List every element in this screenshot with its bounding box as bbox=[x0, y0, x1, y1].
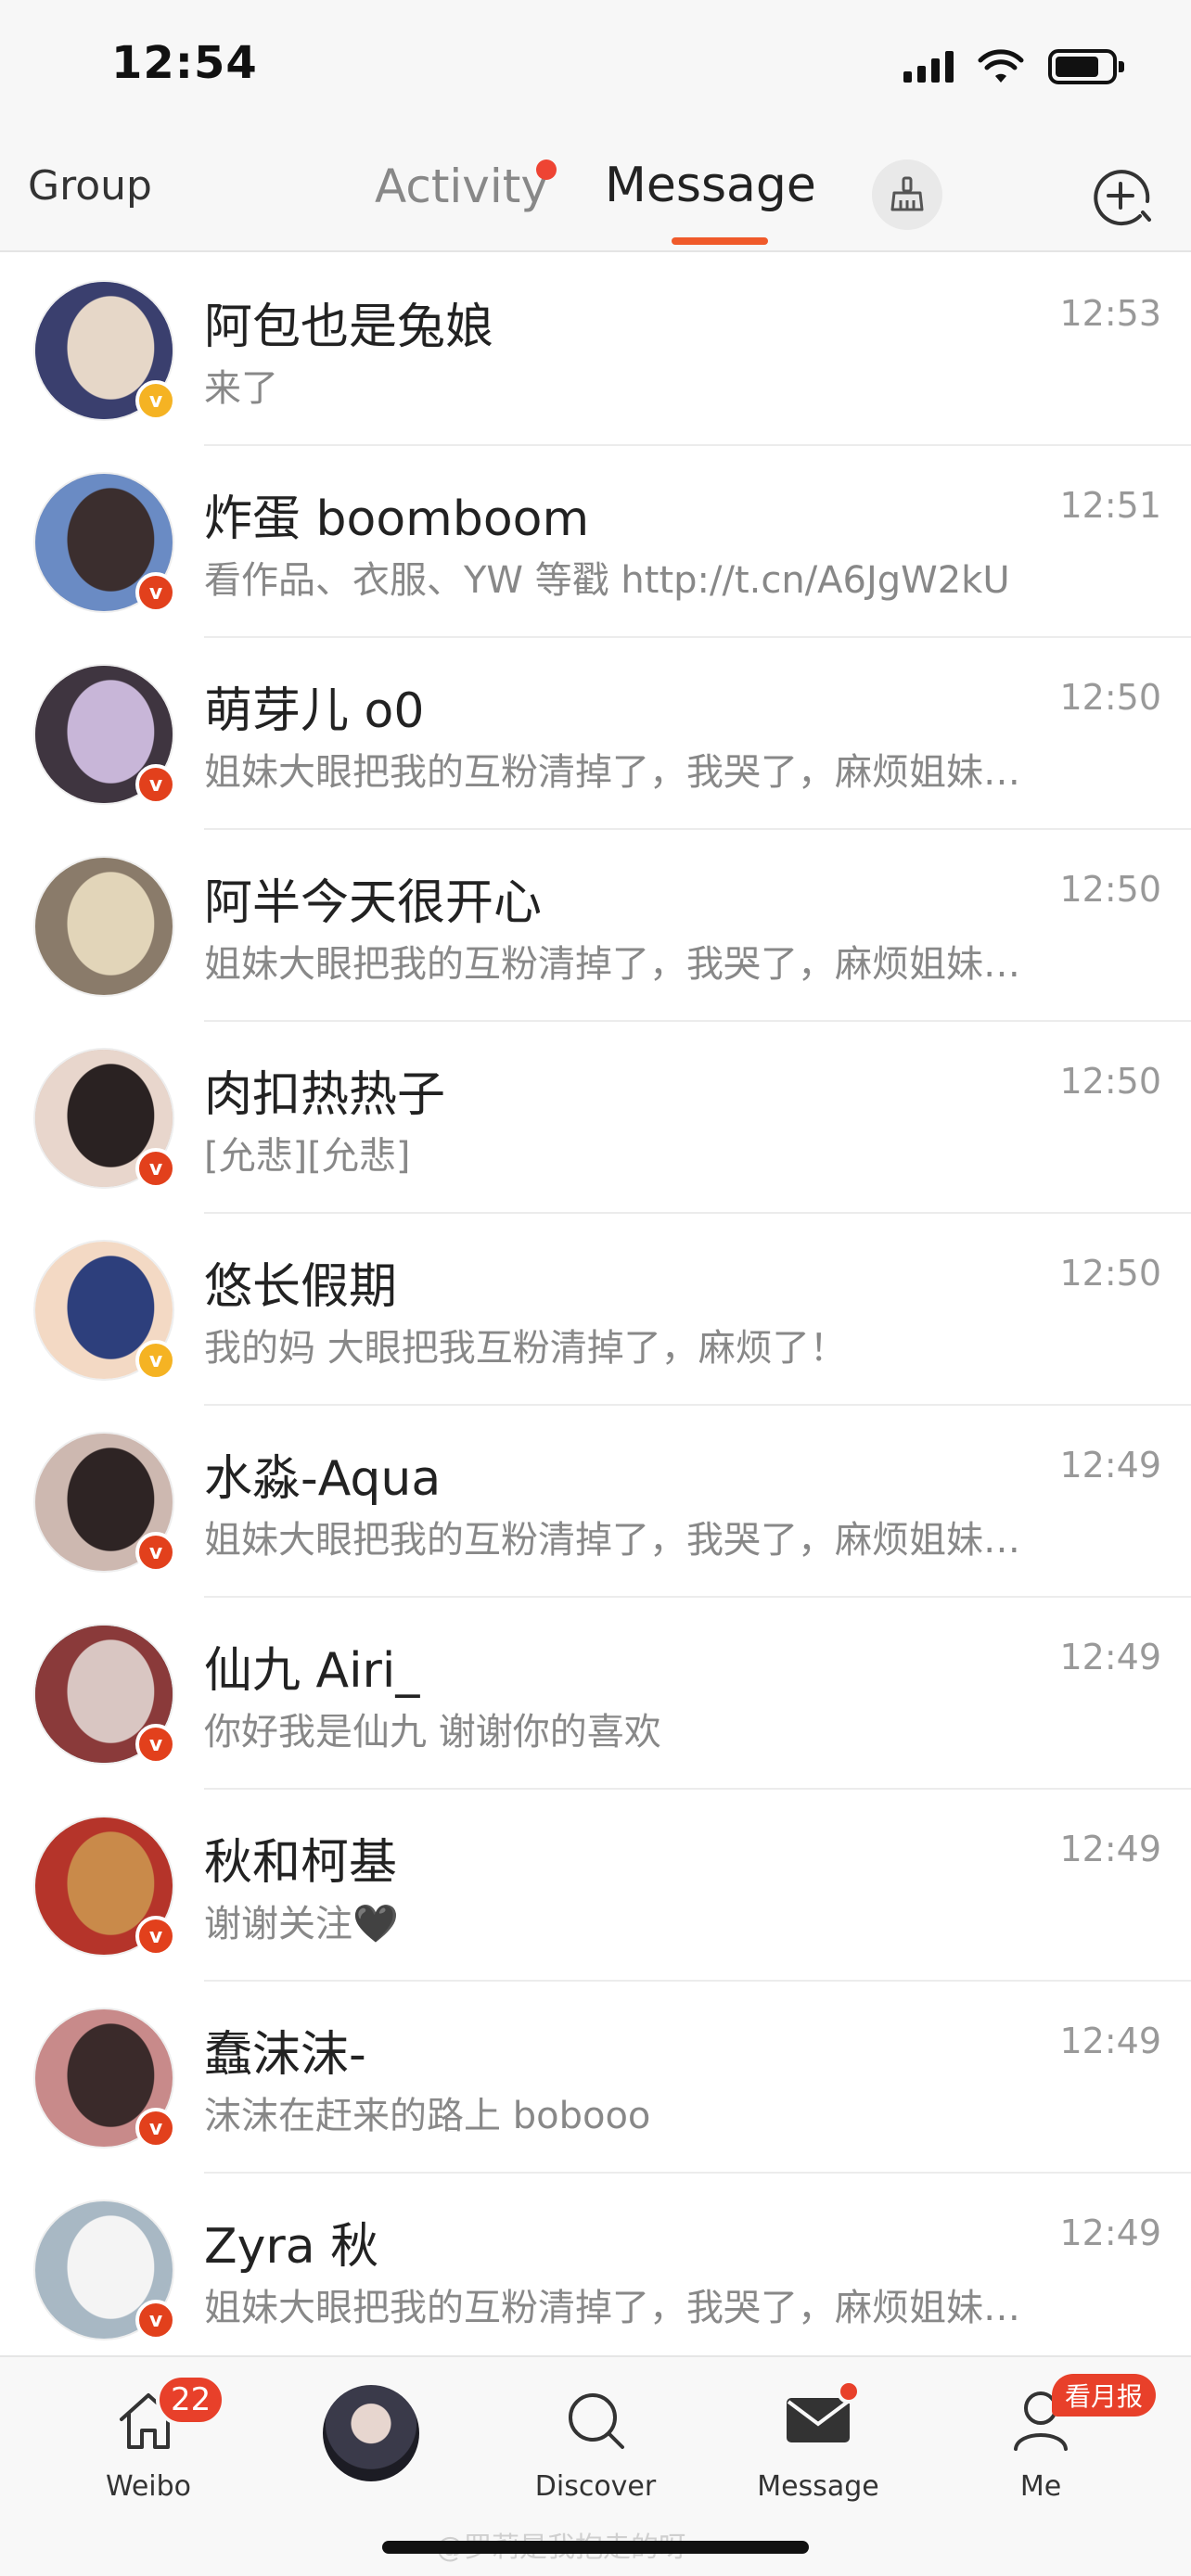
broom-icon bbox=[890, 176, 924, 211]
clear-unread-button[interactable] bbox=[872, 159, 942, 230]
tab-me-label: Me bbox=[1019, 2470, 1062, 2503]
conversation-row[interactable]: v 悠长假期我的妈 大眼把我互粉清掉了，麻烦了！ 12:50 bbox=[0, 1214, 1191, 1406]
conversation-name: 阿半今天很开心 bbox=[204, 875, 543, 931]
conversation-row[interactable]: v 水淼-Aqua 姐妹大眼把我的互粉清掉了，我哭了，麻烦姐妹… 12:49 bbox=[0, 1406, 1191, 1598]
verified-badge-icon: v bbox=[135, 2300, 176, 2340]
tab-weibo-label: Weibo bbox=[105, 2470, 192, 2503]
conversation-row[interactable]: v 肉扣热热子 [允悲][允悲] 12:50 bbox=[0, 1022, 1191, 1214]
tab-video[interactable] bbox=[278, 2376, 464, 2524]
compose-button[interactable] bbox=[1085, 159, 1159, 234]
conversation-name: 蠢沫沫- bbox=[204, 2027, 366, 2083]
verified-badge-icon: v bbox=[135, 380, 176, 421]
home-indicator bbox=[382, 2541, 809, 2554]
tab-discover-label: Discover bbox=[534, 2470, 657, 2503]
conversation-name: 阿包也是兔娘 bbox=[204, 300, 494, 355]
conversation-time: 12:49 bbox=[1059, 2213, 1161, 2253]
conversation-row[interactable]: v 炸蛋 boomboom 看作品、衣服、YW 等戳 http://t.cn/A6J… bbox=[0, 446, 1191, 638]
conversation-row[interactable]: v Zyra 秋姐妹大眼把我的互粉清掉了，我哭了，麻烦姐妹… 12:49 bbox=[0, 2174, 1191, 2366]
verified-badge-icon: v bbox=[135, 572, 176, 613]
conversation-name: 萌芽儿 o0 bbox=[204, 683, 425, 739]
monthly-report-badge[interactable]: 看月报 bbox=[1052, 2374, 1157, 2417]
conversation-row[interactable]: v 阿包也是兔娘来了 12:53 bbox=[0, 254, 1191, 446]
active-tab-indicator bbox=[672, 237, 768, 245]
tab-message-bottom[interactable]: Message bbox=[725, 2376, 911, 2524]
tab-message[interactable]: Message bbox=[605, 158, 816, 213]
verified-badge-icon: v bbox=[135, 1532, 176, 1573]
status-time: 12:54 bbox=[111, 37, 258, 89]
verified-badge-icon: v bbox=[135, 1724, 176, 1765]
conversation-name: Zyra 秋 bbox=[204, 2219, 379, 2275]
activity-notification-dot bbox=[536, 159, 557, 180]
conversation-name: 肉扣热热子 bbox=[204, 1067, 446, 1123]
plus-circle-icon bbox=[1094, 170, 1151, 226]
conversation-time: 12:50 bbox=[1059, 869, 1161, 910]
mail-icon bbox=[787, 2398, 850, 2442]
wifi-icon bbox=[978, 49, 1024, 83]
conversation-preview: 你好我是仙九 谢谢你的喜欢 bbox=[204, 1711, 661, 1753]
conversation-preview: 谢谢关注🖤 bbox=[204, 1903, 399, 1945]
weibo-unread-count-badge: 22 bbox=[156, 2374, 226, 2426]
conversation-time: 12:49 bbox=[1059, 2021, 1161, 2061]
verified-badge-icon: v bbox=[135, 1916, 176, 1957]
search-icon bbox=[569, 2393, 624, 2449]
verified-badge-icon: v bbox=[135, 2108, 176, 2149]
conversation-preview: 我的妈 大眼把我互粉清掉了，麻烦了！ bbox=[204, 1327, 847, 1370]
avatar[interactable] bbox=[33, 856, 174, 997]
battery-icon bbox=[1048, 49, 1124, 84]
verified-badge-icon: v bbox=[135, 1340, 176, 1381]
top-header: 12:54 Group Activity Message bbox=[0, 0, 1191, 252]
message-notification-dot bbox=[837, 2379, 861, 2404]
conversation-time: 12:49 bbox=[1059, 1829, 1161, 1869]
conversation-name: 仙九 Airi_ bbox=[204, 1643, 420, 1699]
conversation-preview: [允悲][允悲] bbox=[204, 1135, 411, 1178]
tab-group[interactable]: Group bbox=[28, 162, 152, 210]
conversation-time: 12:49 bbox=[1059, 1445, 1161, 1486]
conversation-time: 12:50 bbox=[1059, 677, 1161, 718]
status-icons bbox=[903, 46, 1124, 87]
verified-badge-icon: v bbox=[135, 764, 176, 805]
conversation-preview: 沫沫在赶来的路上 bobooo bbox=[204, 2095, 651, 2137]
conversation-preview: 姐妹大眼把我的互粉清掉了，我哭了，麻烦姐妹… bbox=[204, 943, 1020, 986]
conversation-name: 秋和柯基 bbox=[204, 1835, 398, 1891]
conversation-time: 12:51 bbox=[1059, 485, 1161, 526]
conversation-preview: 来了 bbox=[204, 367, 278, 410]
conversation-time: 12:53 bbox=[1059, 293, 1161, 334]
tab-discover[interactable]: Discover bbox=[503, 2376, 688, 2524]
video-avatar bbox=[323, 2385, 419, 2481]
conversation-name: 水淼-Aqua bbox=[204, 1451, 442, 1507]
conversation-row[interactable]: v 仙九 Airi_ 你好我是仙九 谢谢你的喜欢 12:49 bbox=[0, 1598, 1191, 1790]
conversation-preview: 看作品、衣服、YW 等戳 http://t.cn/A6JgW2kU bbox=[204, 559, 1010, 602]
tab-activity[interactable]: Activity bbox=[375, 159, 548, 213]
conversation-row[interactable]: v 蠢沫沫- 沫沫在赶来的路上 bobooo 12:49 bbox=[0, 1982, 1191, 2174]
conversation-time: 12:50 bbox=[1059, 1061, 1161, 1102]
conversation-time: 12:50 bbox=[1059, 1253, 1161, 1294]
conversation-name: 炸蛋 boomboom bbox=[204, 491, 590, 547]
conversation-preview: 姐妹大眼把我的互粉清掉了，我哭了，麻烦姐妹… bbox=[204, 1519, 1020, 1562]
conversation-row[interactable]: v 秋和柯基谢谢关注🖤 12:49 bbox=[0, 1790, 1191, 1982]
conversation-preview: 姐妹大眼把我的互粉清掉了，我哭了，麻烦姐妹… bbox=[204, 751, 1020, 794]
conversation-preview: 姐妹大眼把我的互粉清掉了，我哭了，麻烦姐妹… bbox=[204, 2287, 1020, 2329]
verified-badge-icon: v bbox=[135, 1148, 176, 1189]
cellular-signal-icon bbox=[903, 51, 954, 83]
tab-message-label: Message bbox=[757, 2470, 879, 2503]
conversation-list: v 阿包也是兔娘来了 12:53 v 炸蛋 boomboom 看作品、衣服、YW 等戳 h… bbox=[0, 254, 1191, 2366]
conversation-name: 悠长假期 bbox=[204, 1259, 398, 1315]
conversation-time: 12:49 bbox=[1059, 1637, 1161, 1677]
conversation-row[interactable]: 阿半今天很开心姐妹大眼把我的互粉清掉了，我哭了，麻烦姐妹… 12:50 bbox=[0, 830, 1191, 1022]
conversation-row[interactable]: v 萌芽儿 o0 姐妹大眼把我的互粉清掉了，我哭了，麻烦姐妹… 12:50 bbox=[0, 638, 1191, 830]
